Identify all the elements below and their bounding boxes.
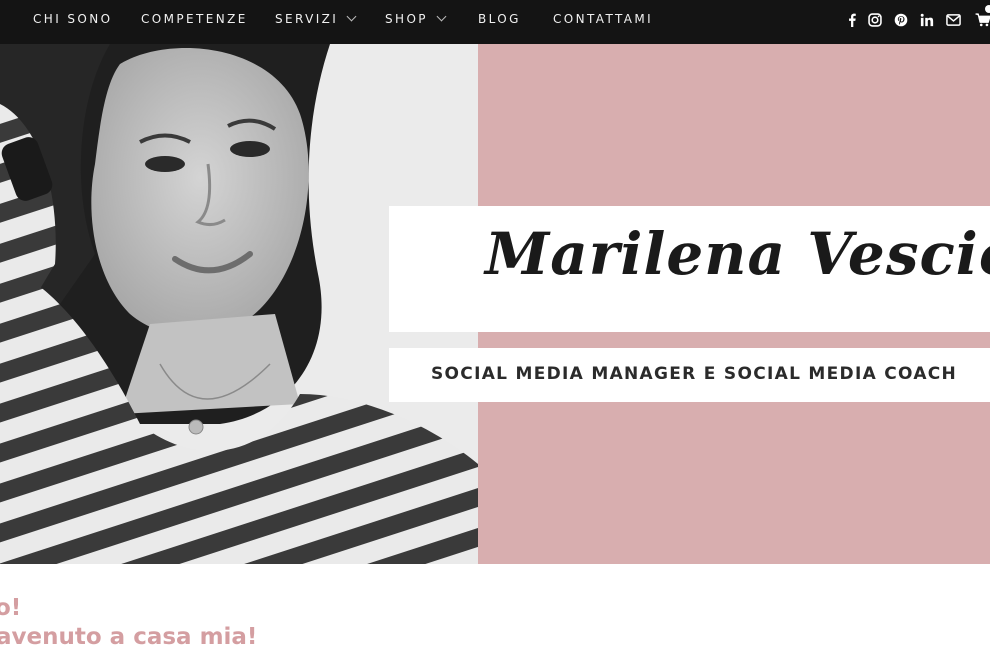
cart-icon[interactable] — [975, 13, 990, 27]
welcome-heading-line1: o! — [0, 595, 22, 621]
cart-count-badge — [985, 5, 990, 13]
name-card: Marilena Vescio — [389, 206, 990, 332]
top-navigation-bar: CHI SONO COMPETENZE SERVIZI SHOP BLOG CO… — [0, 0, 990, 44]
facebook-icon[interactable] — [847, 13, 857, 27]
envelope-icon[interactable] — [946, 13, 961, 27]
instagram-icon[interactable] — [868, 13, 882, 27]
hero-banner: Marilena Vescio SOCIAL MEDIA MANAGER E S… — [0, 44, 990, 564]
tagline-card: SOCIAL MEDIA MANAGER E SOCIAL MEDIA COAC… — [389, 348, 990, 402]
linkedin-icon[interactable] — [920, 13, 934, 27]
welcome-heading-line2: avenuto a casa mia! — [0, 624, 258, 650]
tagline: SOCIAL MEDIA MANAGER E SOCIAL MEDIA COAC… — [431, 364, 958, 384]
pinterest-icon[interactable] — [894, 13, 908, 27]
brand-name: Marilena Vescio — [485, 220, 990, 288]
social-links — [0, 0, 990, 44]
